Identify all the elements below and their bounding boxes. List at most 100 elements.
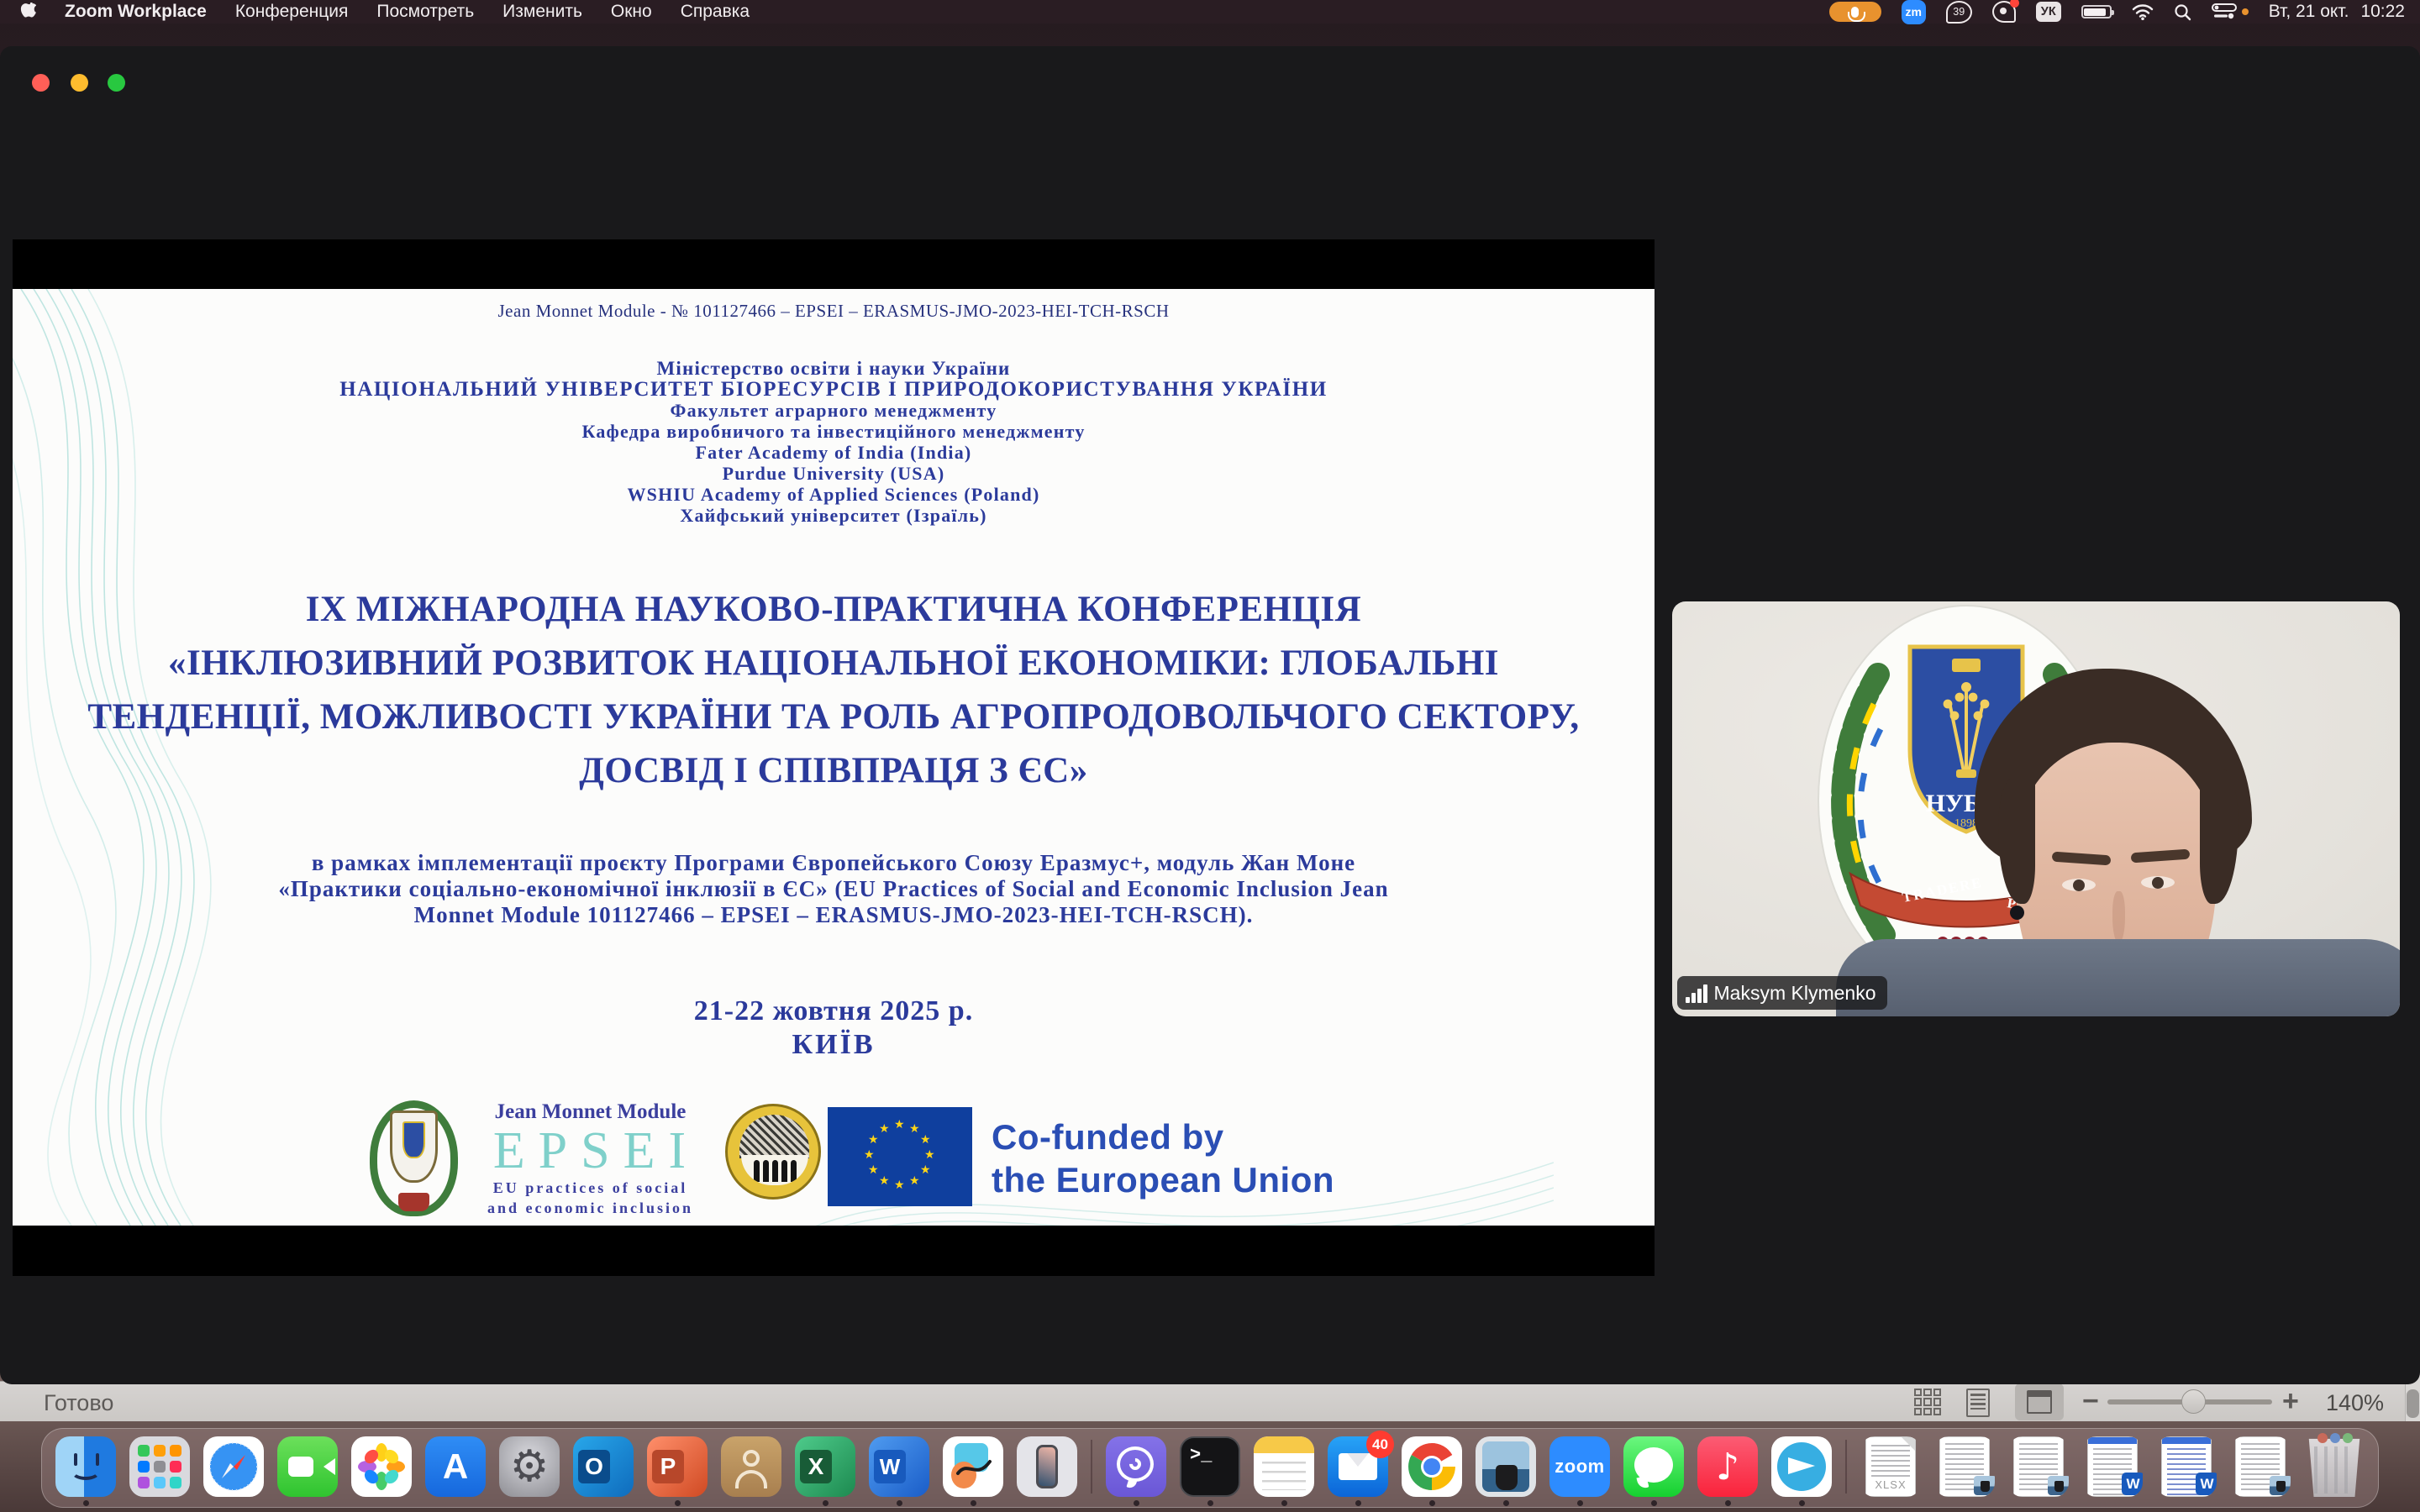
window-close-button[interactable]: [32, 74, 50, 92]
pdf-document-icon: [2230, 1436, 2291, 1497]
xlsx-file-icon: XLSX: [1860, 1436, 1921, 1497]
dock-item-iphone-mirroring[interactable]: [1017, 1436, 1077, 1507]
dock-item-safari[interactable]: [203, 1436, 264, 1507]
dock: A ⚙ O P X W >_: [41, 1428, 2379, 1508]
presentation-slide: Jean Monnet Module - № 101127466 – EPSEI…: [13, 289, 1655, 1226]
settings-gear-icon: ⚙: [499, 1436, 560, 1497]
dock-item-word-document-2[interactable]: W: [2156, 1436, 2217, 1507]
dock-separator: [1091, 1440, 1092, 1494]
epsei-wordmark: EPSEI: [478, 1124, 714, 1178]
participant-video-tile[interactable]: НУБіП 1898 TRADERE PROG Maks: [1672, 601, 2400, 1016]
window-minimize-button[interactable]: [71, 74, 88, 92]
zoom-percentage-label[interactable]: 140%: [2326, 1390, 2384, 1416]
zoom-menubar-icon[interactable]: zm: [1902, 0, 1926, 24]
menubar-clock[interactable]: Вт, 21 окт. 10:22: [2269, 2, 2405, 22]
viber-icon: [1106, 1436, 1166, 1497]
word-document-icon: W: [2156, 1436, 2217, 1497]
dock-item-trash[interactable]: [2304, 1436, 2365, 1507]
mic-active-indicator[interactable]: [1829, 2, 1881, 22]
window-fullscreen-button[interactable]: [108, 74, 125, 92]
iphone-mirroring-icon: [1017, 1436, 1077, 1497]
dock-item-freeform[interactable]: [943, 1436, 1003, 1507]
dock-item-word[interactable]: W: [869, 1436, 929, 1507]
freeform-icon: [943, 1436, 1003, 1497]
dock-item-zoom[interactable]: zoom: [1549, 1436, 1610, 1507]
normal-view-icon[interactable]: [1966, 1389, 1990, 1417]
earbud: [2010, 906, 2024, 920]
dock-item-document-3[interactable]: [2230, 1436, 2291, 1507]
control-center-icon[interactable]: [2212, 3, 2249, 20]
zoom-in-button[interactable]: +: [2282, 1385, 2299, 1418]
trash-icon: [2304, 1436, 2365, 1497]
menu-conference[interactable]: Конференция: [235, 2, 349, 22]
safari-icon: [203, 1436, 264, 1497]
running-indicator: [1429, 1500, 1435, 1506]
menu-edit[interactable]: Изменить: [502, 2, 582, 22]
word-document-icon: W: [2082, 1436, 2143, 1497]
running-indicator: [675, 1500, 681, 1506]
zoom-slider[interactable]: [2107, 1399, 2272, 1404]
photos-icon: [351, 1436, 412, 1497]
menu-help[interactable]: Справка: [681, 2, 750, 22]
slide-sorter-view-icon[interactable]: [1914, 1389, 1941, 1415]
dock-item-messages[interactable]: [1623, 1436, 1684, 1507]
keyboard-layout-indicator[interactable]: УК: [2036, 2, 2061, 22]
menu-window[interactable]: Окно: [611, 2, 652, 22]
spotlight-search-icon[interactable]: [2174, 3, 2191, 21]
slideshow-view-button[interactable]: [2015, 1383, 2064, 1420]
contacts-icon: [721, 1436, 781, 1497]
project-reference-line: Jean Monnet Module - № 101127466 – EPSEI…: [13, 301, 1655, 322]
conference-date-city: 21-22 жовтня 2025 р. КИЇВ: [13, 995, 1655, 1062]
word-icon: W: [869, 1436, 929, 1497]
dock-item-viber[interactable]: [1106, 1436, 1166, 1507]
dock-item-photos[interactable]: [351, 1436, 412, 1507]
status-orange-dot: [2242, 8, 2249, 15]
running-indicator: [823, 1500, 829, 1506]
running-indicator: [1651, 1500, 1657, 1506]
dock-item-facetime[interactable]: [277, 1436, 338, 1507]
dock-item-terminal[interactable]: >_: [1180, 1436, 1240, 1507]
running-indicator: [897, 1500, 902, 1506]
conference-title: IX МІЖНАРОДНА НАУКОВО-ПРАКТИЧНА КОНФЕРЕН…: [13, 583, 1655, 798]
chat-badge-icon[interactable]: 39: [1946, 1, 1972, 24]
menu-view[interactable]: Посмотреть: [376, 2, 474, 22]
dock-item-document-1[interactable]: [1934, 1436, 1995, 1507]
dock-item-powerpoint[interactable]: P: [647, 1436, 708, 1507]
jean-monnet-label: Jean Monnet Module: [466, 1100, 714, 1124]
messages-icon: [1623, 1436, 1684, 1497]
dock-item-document-2[interactable]: [2008, 1436, 2069, 1507]
running-indicator: [1281, 1500, 1287, 1506]
dock-item-xlsx-file[interactable]: XLSX: [1860, 1436, 1921, 1507]
running-indicator: [1503, 1500, 1509, 1506]
finder-icon: [55, 1436, 116, 1497]
dock-item-appstore[interactable]: A: [425, 1436, 486, 1507]
dock-item-chrome[interactable]: [1402, 1436, 1462, 1507]
dock-item-excel[interactable]: X: [795, 1436, 855, 1507]
dock-item-finder[interactable]: [55, 1436, 116, 1507]
wifi-icon[interactable]: [2132, 3, 2154, 20]
dock-item-photo-booth[interactable]: [1476, 1436, 1536, 1507]
powerpoint-icon: P: [647, 1436, 708, 1497]
dock-item-mail[interactable]: 40: [1328, 1436, 1388, 1507]
battery-icon[interactable]: [2081, 5, 2112, 18]
dock-item-notes[interactable]: [1254, 1436, 1314, 1507]
zoom-slider-knob[interactable]: [2181, 1389, 2206, 1414]
epsei-logo: Jean Monnet Module EPSEI EU practices of…: [466, 1100, 714, 1220]
facetime-icon: [277, 1436, 338, 1497]
active-app-name[interactable]: Zoom Workplace: [65, 2, 207, 22]
dock-item-launchpad[interactable]: [129, 1436, 190, 1507]
dock-item-settings[interactable]: ⚙: [499, 1436, 560, 1507]
dock-item-word-document-1[interactable]: W: [2082, 1436, 2143, 1507]
dock-item-outlook[interactable]: O: [573, 1436, 634, 1507]
viber-menubar-icon[interactable]: [1992, 1, 2016, 23]
dock-item-music[interactable]: ♪: [1697, 1436, 1758, 1507]
dock-item-telegram[interactable]: [1771, 1436, 1832, 1507]
appstore-icon: A: [425, 1436, 486, 1497]
zoom-meeting-window: Jean Monnet Module - № 101127466 – EPSEI…: [0, 46, 2420, 1384]
scrollbar-end-cap[interactable]: [2407, 1389, 2419, 1418]
dock-item-contacts[interactable]: [721, 1436, 781, 1507]
apple-menu-icon[interactable]: [20, 3, 36, 21]
pdf-document-icon: [1934, 1436, 1995, 1497]
zoom-out-button[interactable]: −: [2082, 1385, 2099, 1418]
running-indicator: [1207, 1500, 1213, 1506]
